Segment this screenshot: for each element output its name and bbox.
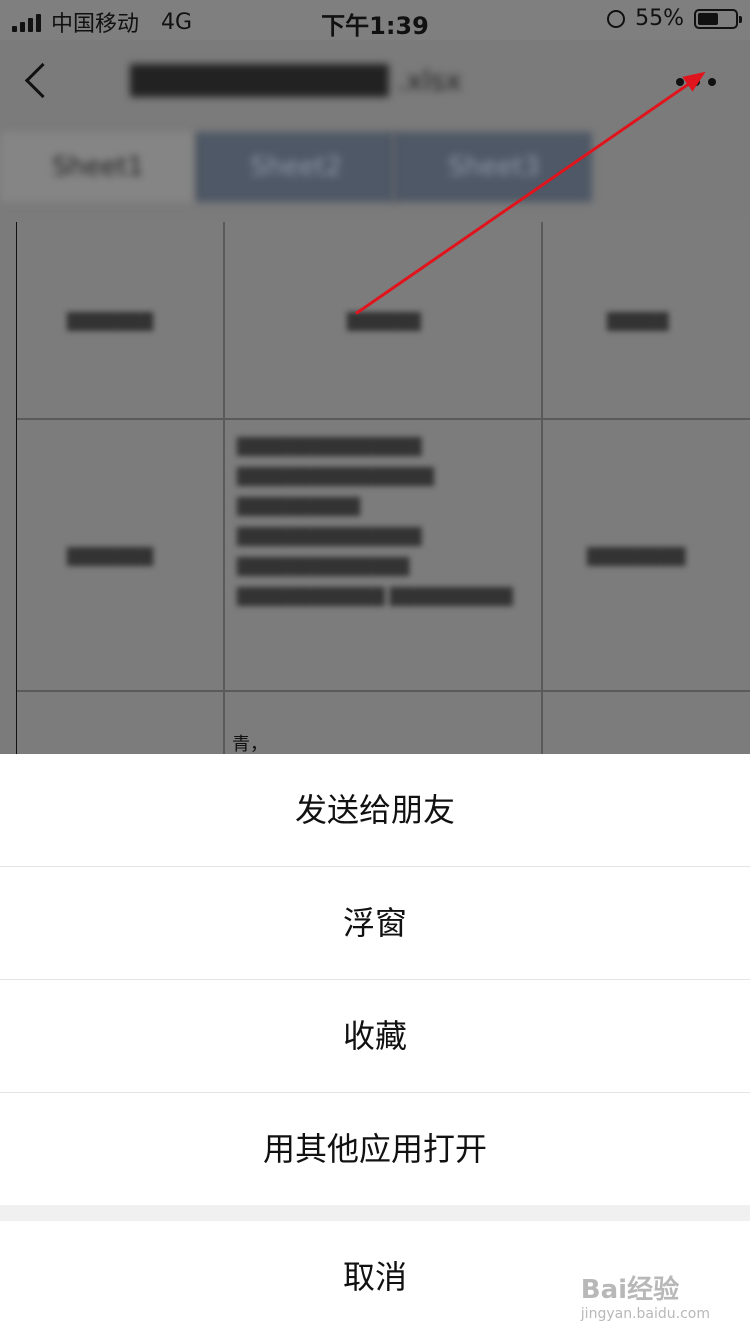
watermark-brand: Bai经验	[580, 1275, 680, 1305]
alarm-icon	[607, 9, 626, 28]
sheet-tabs: Sheet1 Sheet2 Sheet3	[0, 132, 592, 202]
status-bar: 中国移动 4G 下午1:39 55%	[0, 0, 750, 40]
send-to-friend-button[interactable]: 发送给朋友	[0, 754, 750, 867]
watermark-url: jingyan.baidu.com	[580, 1306, 710, 1322]
floating-window-button[interactable]: 浮窗	[0, 867, 750, 980]
cell-text-fragment: 青，	[232, 734, 268, 754]
favorite-button[interactable]: 收藏	[0, 980, 750, 1093]
battery-percent: 55%	[635, 6, 684, 31]
battery-icon	[694, 8, 742, 29]
document-backdrop[interactable]: ████████████ .xlsx Sheet1 Sheet2 Sheet3 …	[0, 40, 750, 754]
tab-sheet3[interactable]: Sheet3	[394, 132, 592, 202]
tab-sheet1[interactable]: Sheet1	[0, 132, 196, 202]
tab-sheet2[interactable]: Sheet2	[196, 132, 394, 202]
spreadsheet-grid: ███████ ██████ █████ ███████ ███████████…	[16, 222, 750, 754]
chevron-left-icon[interactable]	[24, 62, 61, 99]
action-sheet: 发送给朋友 浮窗 收藏 用其他应用打开 取消 Bai经验 jingyan.bai…	[0, 754, 750, 1334]
baidu-watermark: Bai经验 jingyan.baidu.com	[581, 1269, 710, 1322]
open-with-other-app-button[interactable]: 用其他应用打开	[0, 1093, 750, 1205]
document-title: ████████████ .xlsx	[130, 64, 462, 97]
sheet-divider	[0, 1205, 750, 1221]
